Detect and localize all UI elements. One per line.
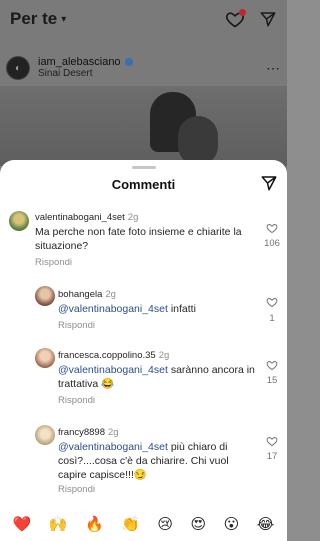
post-username[interactable]: iam_alebasciano <box>38 56 121 68</box>
notifications-button[interactable] <box>225 9 246 29</box>
like-button[interactable] <box>265 434 279 452</box>
comment-username[interactable]: valentinabogani_4set <box>35 212 125 223</box>
comment-header: valentinabogani_4set 2g <box>35 212 138 223</box>
comment-username[interactable]: bohangela <box>58 289 102 300</box>
reply-button[interactable]: Rispondi <box>58 395 95 406</box>
comment-avatar[interactable] <box>35 286 55 306</box>
post-avatar[interactable]: ◐ <box>6 56 30 80</box>
emoji-surprised[interactable]: 😮 <box>224 514 240 534</box>
heart-outline-icon <box>266 436 278 447</box>
emoji-laughing[interactable]: 😂 <box>257 514 275 534</box>
comment-mention[interactable]: @valentinabogani_4set <box>58 441 168 453</box>
emoji-heart-eyes[interactable]: 😍 <box>190 514 206 534</box>
like-button[interactable] <box>265 295 279 313</box>
comment-header: bohangela 2g <box>58 289 116 300</box>
comment-avatar[interactable] <box>35 348 55 368</box>
like-count: 15 <box>266 375 278 386</box>
emoji-raised-hands[interactable]: 🙌 <box>49 514 68 534</box>
heart-outline-icon <box>266 360 278 371</box>
post-image-subject-shoulder <box>178 116 218 166</box>
comment-username[interactable]: francesca.coppolino.35 <box>58 350 156 361</box>
reply-button[interactable]: Rispondi <box>58 484 95 495</box>
feed-title[interactable]: Per te <box>10 9 57 29</box>
like-count: 17 <box>266 451 278 462</box>
share-icon[interactable] <box>260 174 278 192</box>
verified-badge-icon <box>124 58 133 66</box>
like-button[interactable] <box>265 221 279 239</box>
comment-time: 2g <box>108 427 119 438</box>
comment-mention[interactable]: @valentinabogani_4set <box>58 303 168 315</box>
chevron-down-icon[interactable]: ▾ <box>61 14 66 25</box>
comment-header: francy8898 2g <box>58 427 119 438</box>
emoji-crying[interactable]: 😢 <box>157 514 173 534</box>
comment-time: 2g <box>158 350 170 361</box>
comment-text: @valentinabogani_4set sarànno ancora in … <box>58 363 258 391</box>
comment-text: @valentinabogani_4set infatti <box>58 302 258 316</box>
heart-outline-icon <box>266 297 278 308</box>
post-image <box>0 86 287 166</box>
notification-dot <box>239 9 246 16</box>
reply-button[interactable]: Rispondi <box>35 257 72 268</box>
emoji-fire[interactable]: 🔥 <box>85 514 104 534</box>
comment-text: Ma perche non fate foto insieme e chiari… <box>35 226 242 252</box>
comment-header: francesca.coppolino.35 2g <box>58 350 169 361</box>
like-button[interactable] <box>265 358 279 376</box>
sheet-title: Commenti <box>111 177 176 192</box>
comment-avatar[interactable] <box>9 211 29 231</box>
more-options-icon[interactable]: ⋯ <box>266 60 281 77</box>
comment-avatar[interactable] <box>35 425 55 445</box>
emoji-clap[interactable]: 👏 <box>121 514 140 534</box>
comment-time: 2g <box>127 212 139 223</box>
direct-message-icon[interactable] <box>259 10 277 28</box>
comment-username[interactable]: francy8898 <box>58 427 105 438</box>
emoji-reaction-bar: ❤️ 🙌 🔥 👏 😢 😍 😮 😂 <box>0 512 287 536</box>
reply-button[interactable]: Rispondi <box>58 320 95 331</box>
comment-body: infatti <box>167 303 196 315</box>
heart-outline-icon <box>266 223 278 234</box>
comment-mention[interactable]: @valentinabogani_4set <box>58 364 168 376</box>
post-header: ◐ iam_alebasciano Sinai Desert ⋯ <box>0 52 287 84</box>
comment-time: 2g <box>105 289 116 300</box>
top-bar: Per te ▾ <box>0 0 287 38</box>
like-count: 1 <box>269 313 275 324</box>
emoji-heart[interactable]: ❤️ <box>13 514 32 534</box>
like-count: 106 <box>264 238 280 249</box>
comment-text: @valentinabogani_4set più chiaro di così… <box>58 440 258 482</box>
post-location[interactable]: Sinai Desert <box>38 68 133 80</box>
sheet-drag-handle[interactable] <box>132 166 156 169</box>
